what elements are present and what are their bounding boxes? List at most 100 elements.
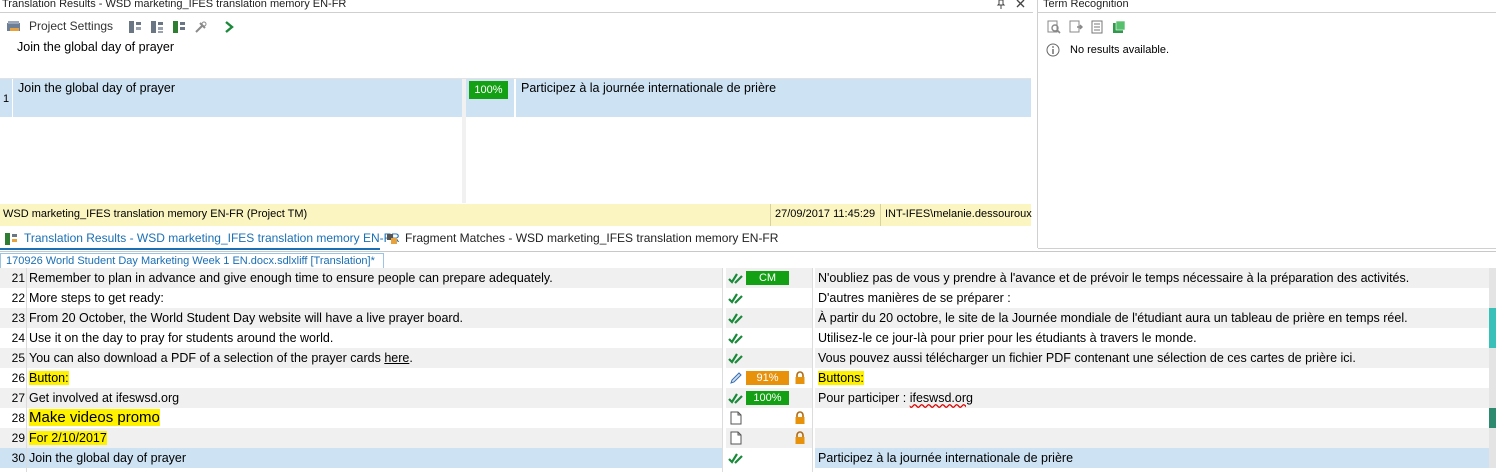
segment-status: 91%	[726, 368, 812, 388]
panel-border	[1037, 0, 1038, 248]
segment-source[interactable]: From 20 October, the World Student Day w…	[27, 308, 722, 328]
segment-marker	[1489, 288, 1496, 308]
lock-icon	[794, 371, 806, 388]
project-settings-icon[interactable]	[6, 20, 20, 34]
segment-target[interactable]: Vous pouvez aussi télécharger un fichier…	[815, 348, 1489, 368]
term-settings-icon[interactable]	[1090, 20, 1104, 34]
not-translated-doc-icon	[730, 411, 742, 428]
result-source-cell[interactable]: Join the global day of prayer	[13, 79, 462, 117]
fragment-matches-tab[interactable]: Fragment Matches - WSD marketing_IFES tr…	[382, 228, 782, 250]
segment-row[interactable]: 22 More steps to get ready: D'autres man…	[0, 288, 1496, 308]
segment-row[interactable]: 24 Use it on the day to pray for student…	[0, 328, 1496, 348]
tm-user: INT-IFES\melanie.dessouroux	[885, 208, 1032, 220]
source-text: You can also download a PDF of a selecti…	[29, 351, 385, 365]
cell-divider	[514, 79, 516, 203]
segment-row[interactable]: 23 From 20 October, the World Student Da…	[0, 308, 1496, 328]
segment-source[interactable]: Remember to plan in advance and give eno…	[27, 268, 722, 288]
segment-status	[726, 288, 812, 308]
segment-target[interactable]: Participez à la journée internationale d…	[815, 448, 1489, 468]
segment-source[interactable]: More steps to get ready:	[27, 288, 722, 308]
result-row-number-cell[interactable]: 1	[0, 79, 12, 117]
tm-add-icon[interactable]	[172, 20, 186, 34]
tm-settings-icon[interactable]	[128, 20, 142, 34]
segment-status: CM	[726, 268, 812, 288]
segment-status	[726, 348, 812, 368]
translation-results-title: Translation Results - WSD marketing_IFES…	[2, 0, 347, 10]
editor-grid: 21 Remember to plan in advance and give …	[0, 268, 1496, 472]
segment-source[interactable]: You can also download a PDF of a selecti…	[27, 348, 722, 368]
tm-tab-icon	[4, 232, 18, 249]
highlighted-target: Buttons:	[818, 371, 864, 385]
spellcheck-link[interactable]: ifeswsd.org	[910, 391, 973, 405]
confirmed-check-icon	[728, 291, 744, 308]
confirmed-check-icon	[728, 391, 744, 408]
segment-marker	[1489, 428, 1496, 448]
term-add-icon[interactable]	[1069, 20, 1083, 34]
tools-icon[interactable]	[194, 20, 208, 34]
segment-target[interactable]: D'autres manières de se préparer :	[815, 288, 1489, 308]
confirmed-check-icon	[728, 451, 744, 468]
segment-status: 100%	[726, 388, 812, 408]
segment-marker	[1489, 348, 1496, 368]
translation-results-tab[interactable]: Translation Results - WSD marketing_IFES…	[0, 228, 400, 250]
term-search-icon[interactable]	[1047, 20, 1061, 34]
project-settings-button[interactable]: Project Settings	[29, 19, 113, 33]
segment-number: 28	[11, 411, 25, 425]
segment-marker	[1489, 448, 1496, 468]
segment-number: 25	[11, 351, 25, 365]
segment-row[interactable]: 26 Button: 91% Buttons:	[0, 368, 1496, 388]
segment-source[interactable]: Button:	[27, 368, 722, 388]
segment-source[interactable]: Use it on the day to pray for students a…	[27, 328, 722, 348]
tm-status-bar: WSD marketing_IFES translation memory EN…	[0, 204, 1032, 226]
not-translated-doc-icon	[730, 431, 742, 448]
segment-source[interactable]: Join the global day of prayer	[27, 448, 722, 468]
segment-row[interactable]: 21 Remember to plan in advance and give …	[0, 268, 1496, 288]
segment-row[interactable]: 29 For 2/10/2017	[0, 428, 1496, 448]
column-separator	[26, 268, 27, 472]
termbase-icon[interactable]	[1112, 20, 1126, 34]
segment-target[interactable]: Utilisez-le ce jour-là pour prier pour l…	[815, 328, 1489, 348]
segment-status	[726, 328, 812, 348]
panel-border-bottom	[1038, 248, 1496, 249]
segment-marker	[1489, 308, 1496, 328]
segment-row[interactable]: 28 Make videos promo	[0, 408, 1496, 428]
segment-number: 26	[11, 371, 25, 385]
segment-marker	[1489, 388, 1496, 408]
segment-source[interactable]: For 2/10/2017	[27, 428, 722, 448]
segment-number: 23	[11, 311, 25, 325]
hyperlink-tag[interactable]: here	[384, 351, 409, 365]
term-recognition-title: Term Recognition	[1043, 0, 1129, 10]
segment-number: 29	[11, 431, 25, 445]
match-badge: 100%	[746, 391, 789, 405]
close-icon[interactable]	[1015, 0, 1026, 10]
segment-marker	[1489, 408, 1496, 428]
result-target-cell[interactable]: Participez à la journée internationale d…	[516, 79, 1031, 117]
segment-source[interactable]: Get involved at ifeswsd.org	[27, 388, 722, 408]
segment-row[interactable]: 27 Get involved at ifeswsd.org 100% Pour…	[0, 388, 1496, 408]
segment-marker	[1489, 268, 1496, 288]
tm-results-icon[interactable]	[150, 20, 164, 34]
segment-source[interactable]: Make videos promo	[27, 408, 722, 428]
fragment-matches-tab-label: Fragment Matches - WSD marketing_IFES tr…	[405, 231, 779, 245]
source-text-end: .	[409, 351, 413, 365]
segment-target[interactable]: À partir du 20 octobre, le site de la Jo…	[815, 308, 1489, 328]
info-icon	[1046, 43, 1060, 60]
highlighted-source: Button:	[29, 371, 69, 385]
result-score-cell: 100%	[466, 79, 514, 117]
pin-icon[interactable]	[996, 0, 1006, 10]
segment-target[interactable]: Pour participer : ifeswsd.org	[815, 388, 1489, 408]
segment-target[interactable]: N'oubliez pas de vous y prendre à l'avan…	[815, 268, 1489, 288]
source-preview-text: Join the global day of prayer	[17, 40, 175, 54]
segment-number: 30	[11, 451, 25, 465]
segment-row[interactable]: 25 You can also download a PDF of a sele…	[0, 348, 1496, 368]
result-source-text: Join the global day of prayer	[18, 81, 176, 95]
target-text: Pour participer :	[818, 391, 910, 405]
segment-number: 21	[11, 271, 25, 285]
draft-pencil-icon	[728, 371, 744, 388]
play-arrow-icon[interactable]	[222, 20, 236, 34]
segment-row-active[interactable]: 30 Join the global day of prayer Partici…	[0, 448, 1496, 468]
document-tab-label: 170926 World Student Day Marketing Week …	[6, 255, 375, 267]
segment-marker	[1489, 328, 1496, 348]
segment-target[interactable]: Buttons:	[815, 368, 1489, 388]
lock-icon	[794, 411, 806, 428]
